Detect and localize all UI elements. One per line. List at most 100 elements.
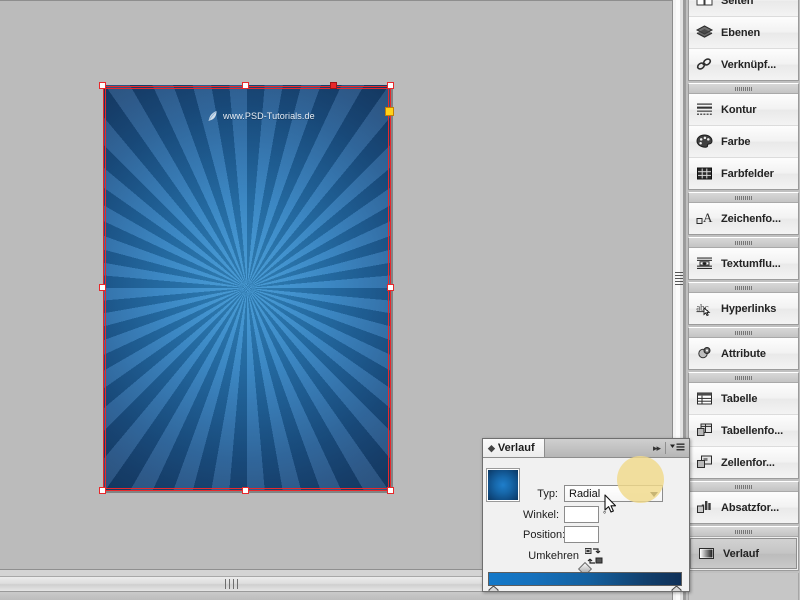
gradient-type-label: Typ: (523, 488, 558, 500)
handle-bottom-left[interactable] (99, 487, 106, 494)
panel-item-label: Seiten (721, 0, 753, 7)
gradient-type-row: Typ: Radial (523, 485, 663, 502)
gradient-ramp-bar[interactable] (488, 572, 682, 586)
handle-top-center[interactable] (242, 82, 249, 89)
chevron-down-icon[interactable] (650, 492, 658, 497)
gradient-stop-end[interactable] (671, 586, 682, 592)
panel-group: Verlauf (688, 526, 799, 571)
scroll-grip[interactable] (225, 579, 241, 589)
panel-item-label: Verknüpf... (721, 59, 776, 71)
gradient-angle-label: Winkel: (523, 509, 558, 521)
panel-item-label: Textumflu... (721, 258, 781, 270)
handle-middle-right[interactable] (387, 284, 394, 291)
panel-group: Seiten Ebenen Verknüpf... (688, 0, 799, 81)
panel-item-kontur[interactable]: Kontur (689, 94, 798, 126)
panel-item-label: Absatzfor... (721, 502, 779, 514)
panel-item-farbe[interactable]: Farbe (689, 126, 798, 158)
text-wrap-icon (695, 254, 714, 273)
character-formats-icon: A (695, 209, 714, 228)
panel-item-textumflu[interactable]: Textumflu... (689, 248, 798, 279)
color-palette-icon (695, 132, 714, 151)
gradient-panel[interactable]: ◆ Verlauf ▸▸ Typ: Radial (482, 438, 690, 592)
panel-group: Kontur Farbe Farbfelder (688, 83, 799, 190)
panel-item-verlauf[interactable]: Verlauf (690, 538, 797, 569)
panel-group-grip[interactable] (689, 283, 798, 293)
panel-item-absatzfor[interactable]: Absatzfor... (689, 492, 798, 523)
gradient-panel-titlebar[interactable]: ◆ Verlauf ▸▸ (483, 439, 689, 458)
panel-group-grip[interactable] (689, 328, 798, 338)
layers-icon (695, 23, 714, 42)
panel-item-label: Verlauf (723, 548, 759, 560)
gradient-end-handle[interactable] (385, 107, 394, 116)
panel-item-tabellenfo[interactable]: Tabellenfo... (689, 415, 798, 447)
handle-bottom-right[interactable] (387, 487, 394, 494)
gradient-type-value: Radial (569, 488, 600, 500)
handle-top-right[interactable] (387, 82, 394, 89)
panel-item-label: Ebenen (721, 27, 760, 39)
panel-item-label: Tabelle (721, 393, 757, 405)
panel-item-farbfelder[interactable]: Farbfelder (689, 158, 798, 189)
application-window: www.PSD-Tutorials.de SeitenEben (0, 0, 800, 600)
panel-group: Attribute (688, 327, 799, 370)
reverse-gradient-icon[interactable] (585, 548, 603, 564)
collapsed-dock-grip[interactable] (675, 272, 683, 285)
panel-item-label: Zeichenfo... (721, 213, 781, 225)
gradient-type-select[interactable]: Radial (564, 485, 663, 502)
panel-group: Tabelle Tabellenfo... Zellenfor... (688, 372, 799, 479)
panel-group-grip[interactable] (689, 373, 798, 383)
gradient-ramp[interactable] (488, 571, 682, 591)
gradient-stop-start[interactable] (488, 586, 499, 592)
panel-group: Textumflu... (688, 237, 799, 280)
stroke-icon (695, 100, 714, 119)
panel-item-label: Farbfelder (721, 168, 774, 180)
gradient-angle-input[interactable] (564, 506, 599, 523)
titlebar-separator (665, 442, 666, 454)
hyperlinks-icon: abc (695, 299, 714, 318)
panel-item-tabelle[interactable]: Tabelle (689, 383, 798, 415)
swatches-icon (695, 164, 714, 183)
handle-bottom-center[interactable] (242, 487, 249, 494)
panel-item-zellenfor[interactable]: Zellenfor... (689, 447, 798, 478)
panel-group: Absatzfor... (688, 481, 799, 524)
panel-menu-icon[interactable] (670, 443, 685, 453)
gradient-icon (697, 544, 716, 563)
panel-group-grip[interactable] (689, 238, 798, 248)
gradient-preview-swatch[interactable] (486, 468, 520, 502)
tab-diamond-icon: ◆ (488, 444, 495, 453)
panel-item-label: Attribute (721, 348, 766, 360)
panel-group-grip[interactable] (689, 482, 798, 492)
panel-item-seiten[interactable]: Seiten (689, 0, 798, 17)
page-content (103, 85, 391, 491)
attributes-icon (695, 344, 714, 363)
panel-group-grip[interactable] (689, 527, 798, 537)
panel-group: A Zeichenfo... (688, 192, 799, 235)
panel-item-ebenen[interactable]: Ebenen (689, 17, 798, 49)
panel-dock-filler (688, 573, 799, 600)
handle-middle-left[interactable] (99, 284, 106, 291)
gradient-panel-body: Typ: Radial Winkel: ° Position: Umkehren (483, 458, 689, 591)
window-bottom-edge (0, 591, 672, 600)
handle-gradient-start[interactable] (330, 82, 337, 89)
handle-top-left[interactable] (99, 82, 106, 89)
gradient-reverse-label: Umkehren (523, 550, 579, 562)
panel-item-label: Kontur (721, 104, 756, 116)
panel-group-grip[interactable] (689, 193, 798, 203)
gradient-reverse-row: Umkehren (523, 548, 603, 564)
pages-icon (695, 0, 714, 10)
links-icon (695, 55, 714, 74)
gradient-panel-tab[interactable]: ◆ Verlauf (483, 439, 545, 457)
panel-item-verknüpf[interactable]: Verknüpf... (689, 49, 798, 80)
gradient-position-input[interactable] (564, 526, 599, 543)
panel-group-grip[interactable] (689, 84, 798, 94)
panel-item-label: Farbe (721, 136, 750, 148)
gradient-angle-row: Winkel: ° (523, 506, 606, 523)
gradient-panel-tab-label: Verlauf (498, 442, 535, 454)
panel-item-hyperlinks[interactable]: abcHyperlinks (689, 293, 798, 324)
panel-item-label: Tabellenfo... (721, 425, 783, 437)
degree-unit-label: ° (603, 510, 606, 519)
panel-item-attribute[interactable]: Attribute (689, 338, 798, 369)
artwork-page[interactable]: www.PSD-Tutorials.de (103, 85, 391, 491)
double-chevron-right-icon[interactable]: ▸▸ (653, 443, 660, 454)
panel-dock: Seiten Ebenen Verknüpf... Kontur Farbe Farbf… (685, 0, 800, 600)
panel-item-zeichenfo[interactable]: A Zeichenfo... (689, 203, 798, 234)
